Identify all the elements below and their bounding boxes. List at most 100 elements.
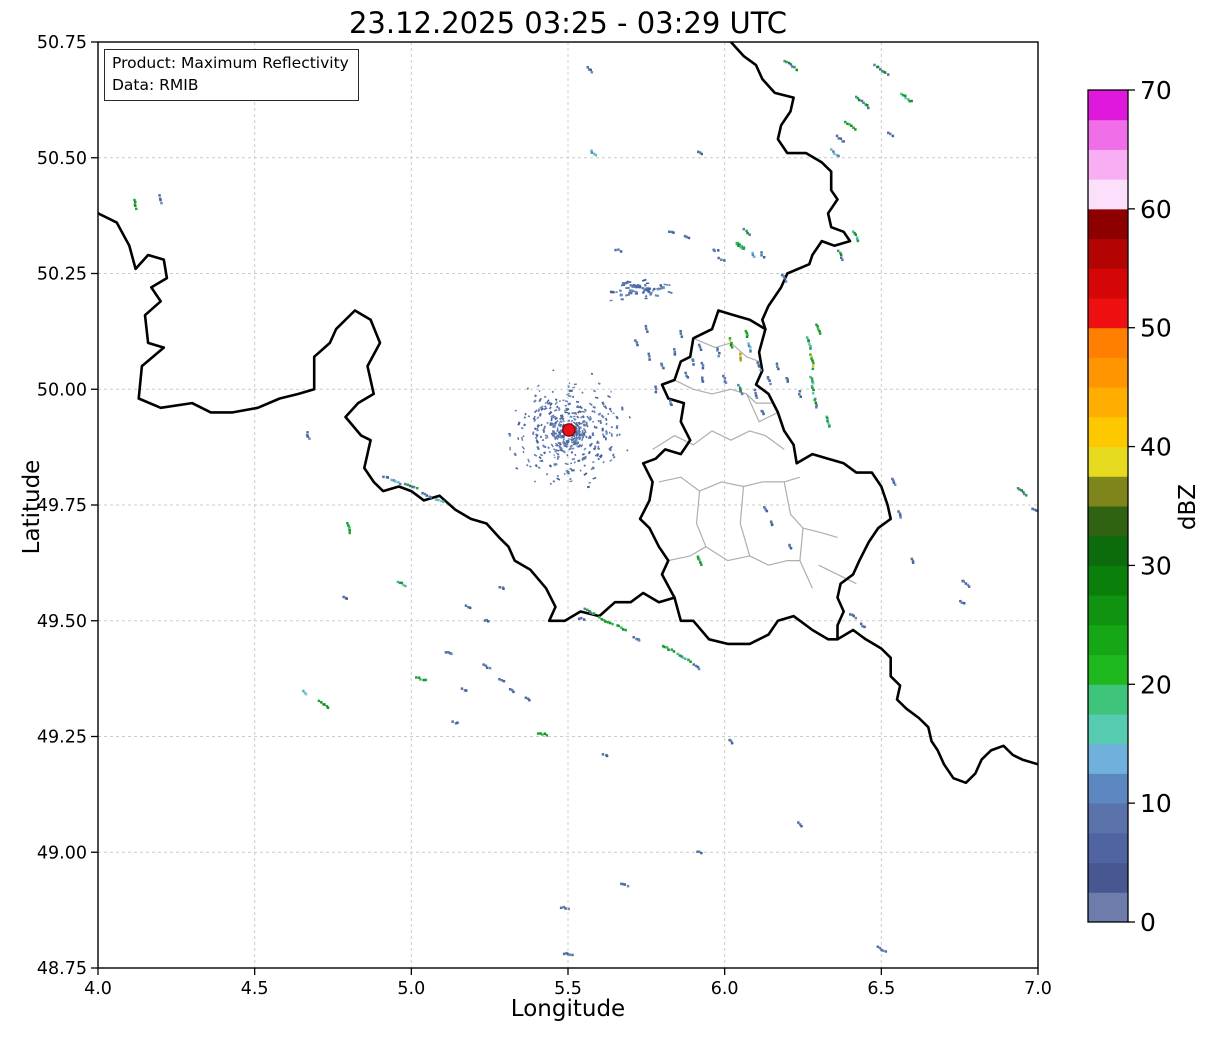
echo-streak-pixel [840, 254, 843, 257]
echo-streak-pixel [421, 492, 424, 495]
echo-streak-pixel [349, 532, 352, 535]
echo-streak-pixel [885, 950, 888, 953]
radar-clutter-speck [602, 434, 603, 436]
echo-cluster-speck [660, 286, 664, 288]
echo-cluster-speck [630, 284, 632, 286]
echo-streak-pixel [673, 348, 676, 351]
echo-streak-pixel [486, 667, 489, 670]
y-tick-label: 49.25 [37, 728, 87, 748]
radar-clutter-speck [591, 373, 593, 375]
y-axis-label: Latitude [19, 407, 45, 607]
radar-clutter-speck [589, 436, 591, 439]
echo-streak-pixel [399, 483, 402, 486]
radar-clutter-speck [586, 422, 588, 426]
echo-cluster-speck [644, 284, 647, 287]
echo-streak-pixel [564, 907, 567, 910]
radar-clutter-speck [569, 480, 572, 482]
echo-streak-pixel [469, 607, 472, 610]
echo-streak-pixel [499, 586, 502, 589]
echo-streak-pixel [739, 353, 742, 356]
canton-border [819, 565, 857, 584]
radar-clutter-speck [592, 421, 594, 423]
colorbar-segment [1088, 803, 1128, 833]
echo-streak-pixel [591, 151, 594, 154]
radar-clutter-speck [568, 420, 570, 422]
echo-streak-pixel [769, 383, 772, 386]
echo-streak-pixel [724, 377, 727, 380]
echo-streak-pixel [725, 382, 728, 385]
radar-clutter-speck [570, 463, 572, 465]
radar-clutter-speck [515, 410, 517, 412]
echo-streak-pixel [863, 626, 866, 629]
radar-clutter-speck [533, 399, 537, 403]
radar-clutter-speck [544, 396, 547, 398]
echo-streak-pixel [749, 346, 752, 349]
echo-streak-pixel [700, 852, 703, 855]
echo-streak-pixel [645, 325, 648, 328]
radar-clutter-speck [543, 451, 546, 454]
echo-streak-pixel [767, 377, 770, 380]
radar-clutter-speck [593, 410, 595, 413]
echo-streak-pixel [327, 707, 330, 710]
echo-cluster-speck [647, 290, 650, 292]
colorbar-segment [1088, 179, 1128, 209]
echo-streak-pixel [604, 620, 607, 623]
radar-clutter-speck [538, 398, 542, 402]
radar-clutter-speck [554, 457, 556, 459]
echo-streak-pixel [748, 233, 751, 236]
radar-clutter-speck [535, 464, 538, 467]
echo-streak-pixel [833, 152, 836, 155]
echo-streak-pixel [771, 524, 774, 527]
echo-streak-pixel [563, 953, 566, 956]
echo-streak-pixel [776, 365, 779, 368]
radar-clutter-speck [546, 473, 548, 476]
radar-clutter-speck [564, 412, 568, 414]
echo-streak-pixel [968, 585, 971, 588]
canton-border [784, 482, 812, 588]
radar-clutter-speck [526, 464, 528, 466]
echo-streak-pixel [426, 494, 429, 497]
radar-clutter-speck [583, 472, 587, 476]
echo-streak-pixel [701, 377, 704, 380]
echo-streak-pixel [754, 389, 757, 392]
colorbar-segment [1088, 565, 1128, 595]
echo-streak-pixel [413, 486, 416, 489]
echo-streak-pixel [663, 646, 666, 649]
radar-clutter-speck [544, 405, 546, 407]
colorbar-segment [1088, 90, 1128, 120]
echo-streak-pixel [537, 732, 540, 735]
radar-clutter-speck [576, 406, 580, 408]
radar-clutter-speck [536, 446, 540, 450]
radar-clutter-speck [549, 406, 552, 409]
radar-clutter-speck [592, 477, 596, 480]
echo-streak-pixel [611, 623, 614, 626]
canton-border [697, 491, 706, 547]
echo-streak-pixel [884, 71, 887, 74]
colorbar-segment [1088, 447, 1128, 477]
echo-streak-pixel [812, 365, 815, 368]
echo-streak-pixel [679, 330, 682, 333]
echo-streak-pixel [855, 234, 858, 237]
echo-streak-pixel [837, 250, 840, 253]
radar-clutter-speck [522, 451, 524, 454]
radar-clutter-speck [610, 391, 612, 393]
echo-cluster-speck [625, 293, 630, 296]
canton-border [659, 477, 800, 491]
echo-streak-pixel [762, 413, 765, 416]
radar-clutter-speck [582, 430, 584, 434]
radar-clutter-speck [616, 434, 618, 437]
radar-clutter-speck [542, 439, 544, 441]
echo-streak-pixel [844, 121, 847, 124]
echo-streak-pixel [306, 431, 309, 434]
echo-streak-pixel [502, 588, 505, 591]
echo-streak-pixel [729, 339, 732, 342]
radar-clutter-speck [556, 429, 559, 432]
radar-clutter-speck [540, 436, 543, 439]
radar-clutter-speck [557, 457, 559, 460]
echo-streak-pixel [342, 596, 345, 599]
echo-streak-pixel [686, 236, 689, 239]
colorbar-segment [1088, 536, 1128, 566]
radar-clutter-speck [548, 451, 551, 453]
colorbar-segment [1088, 506, 1128, 536]
radar-clutter-speck [555, 398, 558, 401]
